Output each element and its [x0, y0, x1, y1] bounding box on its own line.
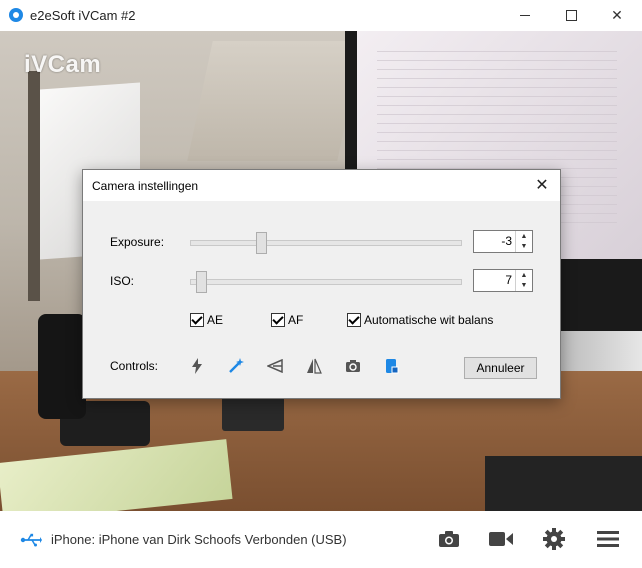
dialog-titlebar: Camera instellingen ✕ — [83, 170, 560, 201]
iso-value[interactable]: 7 — [505, 273, 512, 287]
controls-label: Controls: — [110, 359, 159, 373]
window-title: e2eSoft iVCam #2 — [30, 8, 136, 23]
preview-shelf — [187, 41, 363, 161]
iso-down-arrow-icon[interactable]: ▼ — [516, 280, 532, 290]
dialog-title: Camera instellingen — [92, 179, 199, 193]
camera-switch-icon[interactable] — [344, 357, 362, 375]
minimize-icon — [520, 15, 530, 16]
menu-icon[interactable] — [595, 527, 621, 551]
mirror-horizontal-icon[interactable] — [266, 357, 284, 375]
white-balance-checkbox-box[interactable] — [347, 313, 361, 327]
exposure-label: Exposure: — [110, 235, 165, 249]
preview-lamp-base — [222, 396, 284, 431]
usb-icon — [20, 533, 42, 547]
lock-rotation-icon[interactable] — [383, 357, 401, 375]
camera-settings-dialog: Camera instellingen ✕ Exposure: -3 ▲ ▼ I… — [82, 169, 561, 399]
ivcam-app-icon — [9, 8, 23, 22]
flash-icon[interactable] — [188, 357, 206, 375]
af-checkbox[interactable]: AF — [271, 313, 303, 327]
iso-slider-thumb[interactable] — [196, 271, 207, 293]
ae-checkbox[interactable]: AE — [190, 313, 223, 327]
status-bar: iPhone: iPhone van Dirk Schoofs Verbonde… — [0, 511, 642, 568]
iso-up-arrow-icon[interactable]: ▲ — [516, 270, 532, 280]
ae-checkbox-label: AE — [207, 313, 224, 327]
exposure-slider-thumb[interactable] — [256, 232, 267, 254]
dialog-close-button[interactable]: ✕ — [528, 172, 556, 198]
ivcam-watermark: iVCam — [24, 51, 102, 78]
preview-desk-pad — [485, 456, 642, 511]
af-checkbox-label: AF — [288, 313, 304, 327]
flip-icon[interactable] — [305, 357, 323, 375]
white-balance-checkbox-label: Automatische wit balans — [364, 313, 494, 327]
video-icon[interactable] — [488, 527, 514, 551]
magic-wand-icon[interactable] — [227, 357, 245, 375]
iso-label: ISO: — [110, 274, 135, 288]
iso-slider[interactable] — [190, 271, 462, 293]
exposure-value[interactable]: -3 — [501, 234, 512, 248]
af-checkbox-box[interactable] — [271, 313, 285, 327]
white-balance-checkbox[interactable]: Automatische wit balans — [347, 313, 493, 327]
exposure-spin-arrows: ▲ ▼ — [515, 231, 532, 252]
settings-icon[interactable] — [541, 527, 567, 551]
exposure-down-arrow-icon[interactable]: ▼ — [516, 241, 532, 251]
close-window-button[interactable]: ✕ — [594, 0, 640, 31]
window-titlebar: e2eSoft iVCam #2 ✕ — [0, 0, 642, 31]
camera-icon[interactable] — [436, 527, 462, 551]
maximize-button[interactable] — [548, 0, 594, 31]
close-icon: ✕ — [611, 7, 623, 23]
maximize-icon — [565, 10, 577, 21]
exposure-slider[interactable] — [190, 232, 462, 254]
exposure-up-arrow-icon[interactable]: ▲ — [516, 231, 532, 241]
iso-spinbox[interactable]: 7 ▲ ▼ — [473, 269, 533, 292]
preview-phone — [38, 314, 86, 419]
ae-checkbox-box[interactable] — [190, 313, 204, 327]
preview-window-frame — [28, 71, 40, 301]
connection-status: iPhone: iPhone van Dirk Schoofs Verbonde… — [51, 532, 347, 547]
iso-spin-arrows: ▲ ▼ — [515, 270, 532, 291]
exposure-spinbox[interactable]: -3 ▲ ▼ — [473, 230, 533, 253]
close-icon: ✕ — [535, 177, 549, 194]
minimize-button[interactable] — [502, 0, 548, 31]
cancel-button[interactable]: Annuleer — [464, 357, 537, 379]
